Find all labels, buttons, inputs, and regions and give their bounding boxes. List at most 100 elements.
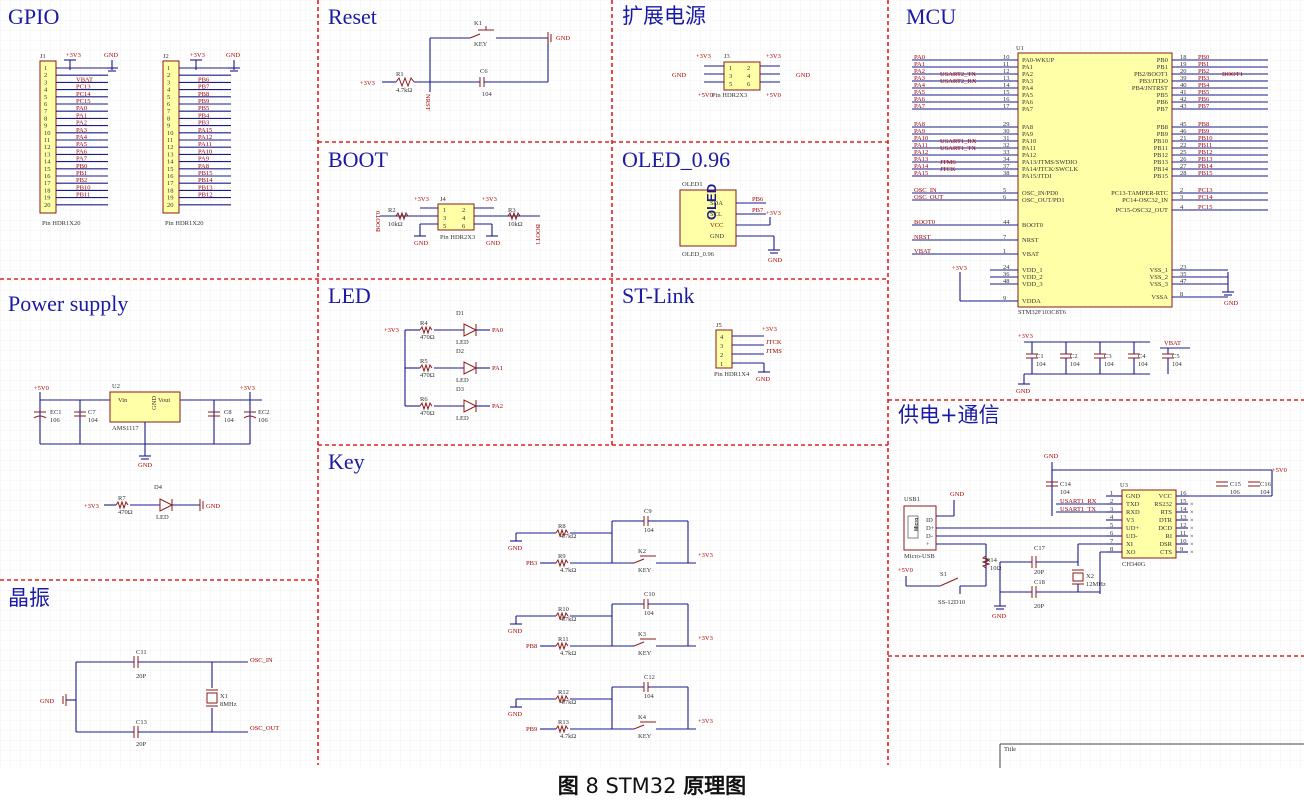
c17-ref: C17 xyxy=(1034,545,1046,552)
mcu-left-pin-num: 12 xyxy=(1003,68,1010,75)
ch340-right-pin-num: 9 xyxy=(1180,546,1183,553)
boot1-net: BOOT1 xyxy=(534,224,541,245)
mcu-right-net: PB5 xyxy=(1198,89,1209,96)
j1-pin-num: 3 xyxy=(44,79,47,86)
mcu-right-pin-name: PB8 xyxy=(1157,124,1168,131)
ch340-right-pin-num: 12 xyxy=(1180,522,1187,529)
ch340-right-pin-name: RI xyxy=(1166,533,1173,540)
mcu-left-pin-name: VDD_1 xyxy=(1022,267,1043,274)
c18-ref: C18 xyxy=(1034,579,1045,586)
mcu-right-net: PB4 xyxy=(1198,82,1210,89)
mcu-left-pin-name: VBAT xyxy=(1022,251,1039,258)
mcu-left-pin-name: PA4 xyxy=(1022,85,1034,92)
ch340-right-pin-name: DCD xyxy=(1158,525,1172,532)
c11-ref: C11 xyxy=(136,649,147,656)
key-r1-ref: R12 xyxy=(558,689,569,696)
mcu-left-pin-num: 17 xyxy=(1003,103,1010,110)
d4-val: LED xyxy=(156,514,169,521)
switch-vcc5: +5V0 xyxy=(898,567,913,574)
mcu-right-net: PC15 xyxy=(1198,204,1212,211)
caption-prefix: 图 xyxy=(557,774,579,798)
mcu-left-net2: JTMS xyxy=(940,159,956,166)
usb-pin-dp: D+ xyxy=(926,525,935,532)
r7-ref: R7 xyxy=(118,495,126,502)
stlink-net-jtck: JTCK xyxy=(766,339,782,346)
j1-net: PA6 xyxy=(76,148,88,155)
mcu-right-net: PB8 xyxy=(1198,121,1209,128)
j2-pin-num: 8 xyxy=(167,115,170,122)
mcu-left-net: PA12 xyxy=(914,149,928,156)
mcu-left-net: OSC_OUT xyxy=(914,194,943,201)
j2-net: PB8 xyxy=(198,91,209,98)
osc-in-net: OSC_IN xyxy=(250,657,273,664)
j2-net: PB7 xyxy=(198,84,210,91)
mcu-left-net: OSC_IN xyxy=(914,187,937,194)
j2-pin-num: 16 xyxy=(167,173,174,180)
j2-footprint: Pin HDR1X20 xyxy=(165,220,203,227)
key-c-val: 104 xyxy=(644,610,655,617)
j1-net: VBAT xyxy=(76,76,93,83)
mcu-right-pin-name: PB9 xyxy=(1157,131,1168,138)
mcu-right-pin-name: PB6 xyxy=(1157,99,1169,106)
ch340-nc-mark: × xyxy=(1190,533,1194,540)
j1-net: PC15 xyxy=(76,98,90,105)
u2-vout: Vout xyxy=(158,397,170,404)
j5-header xyxy=(715,329,733,369)
j1-net: PA0 xyxy=(76,105,87,112)
ch340-right-pin-num: 11 xyxy=(1180,530,1186,537)
ch340-right-pin-num: 13 xyxy=(1180,514,1187,521)
mcu-left-pin-name: PA7 xyxy=(1022,106,1034,113)
mcu-right-pin-name: PB14 xyxy=(1154,166,1169,173)
ec1-ref: EC1 xyxy=(50,409,62,416)
oled-pin-vcc: VCC xyxy=(710,222,723,229)
mcu-right-net: PC13 xyxy=(1198,187,1212,194)
mcu-right-pin-num: 3 xyxy=(1180,194,1183,201)
title-block-label: Title xyxy=(1004,746,1016,753)
section-title-key: Key xyxy=(328,449,365,474)
power-led-vcc: +3V3 xyxy=(84,503,99,510)
c7-ref: C7 xyxy=(88,409,96,416)
c13-val: 20P xyxy=(136,741,147,748)
j2-pin-num: 10 xyxy=(167,130,174,137)
mcu-left-net2: USART1_RX xyxy=(940,138,977,145)
r3-val: 10kΩ xyxy=(508,221,523,228)
j3-net-3: GND xyxy=(672,72,686,79)
j3-ref: J3 xyxy=(724,53,730,60)
mcu-left-net: PA13 xyxy=(914,156,928,163)
key-k-ref: K4 xyxy=(638,714,647,721)
mcu-right-net: PB6 xyxy=(1198,96,1210,103)
mcu-left-pin-num: 48 xyxy=(1003,278,1010,285)
j1-net: PB11 xyxy=(76,192,90,199)
mcu-right-pin-num: 35 xyxy=(1180,271,1187,278)
j2-pin-num: 13 xyxy=(167,151,174,158)
j1-net: PA2 xyxy=(76,120,87,127)
mcu-left-pin-name: NRST xyxy=(1022,237,1039,244)
c14-ref: C14 xyxy=(1060,481,1072,488)
j5-ref: J5 xyxy=(716,322,722,329)
svg-text:2: 2 xyxy=(747,65,750,72)
mcu-right-pin-num: 45 xyxy=(1180,121,1187,128)
ch340-right-pin-name: RTS xyxy=(1160,509,1172,516)
ch340-left-pin-name: UD+ xyxy=(1126,525,1139,532)
decoupling-vcc: +3V3 xyxy=(1018,333,1033,340)
j2-pin-num: 14 xyxy=(167,159,174,166)
svg-text:1: 1 xyxy=(729,65,732,72)
j2-net: PA15 xyxy=(198,127,212,134)
mcu-left-pin-num: 29 xyxy=(1003,121,1010,128)
mcu-left-pin-num: 36 xyxy=(1003,271,1010,278)
mcu-right-pin-name: PB13 xyxy=(1154,159,1168,166)
key-vcc: +3V3 xyxy=(698,552,713,559)
mcu-right-pin-num: 40 xyxy=(1180,82,1187,89)
mcu-left-net: PA1 xyxy=(914,61,925,68)
mcu-left-pin-num: 24 xyxy=(1003,264,1010,271)
osc-out-net: OSC_OUT xyxy=(250,725,279,732)
j1-pin-num: 20 xyxy=(44,202,51,209)
ch340-left-pin-name: GND xyxy=(1126,493,1140,500)
j2-net: PB3 xyxy=(198,120,209,127)
mcu-right-pin-name: PB0 xyxy=(1157,57,1168,64)
x1-ref: X1 xyxy=(220,693,228,700)
key-net: PB8 xyxy=(526,643,537,650)
crystal-gnd: GND xyxy=(40,698,54,705)
led-d-val: LED xyxy=(456,377,469,384)
caption-number: 8 STM32 xyxy=(578,774,684,798)
